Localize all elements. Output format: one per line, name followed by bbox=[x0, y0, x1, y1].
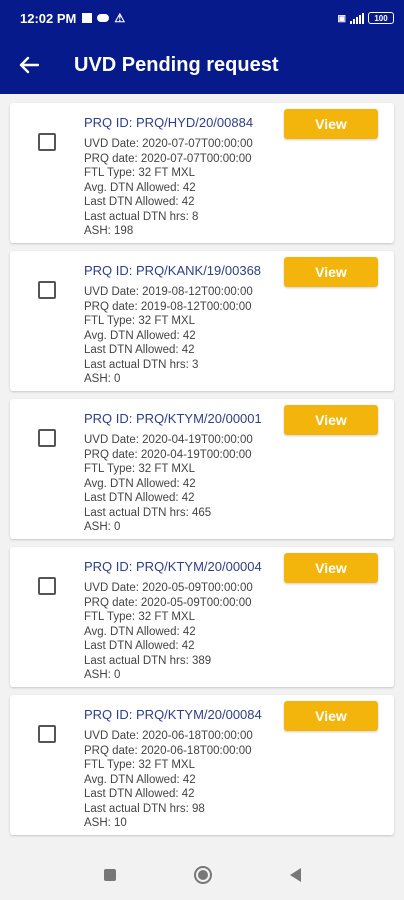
last-dtn-allowed: Last DTN Allowed: 42 bbox=[84, 196, 195, 208]
prq-date: PRQ date: 2020-07-07T00:00:00 bbox=[84, 152, 252, 165]
request-card: PRQ ID: PRQ/KTYM/20/00001 UVD Date: 2020… bbox=[10, 399, 394, 539]
page-title: UVD Pending request bbox=[74, 53, 279, 76]
view-button[interactable]: View bbox=[284, 109, 378, 139]
last-dtn-allowed: Last DTN Allowed: 42 bbox=[84, 492, 195, 504]
ftl-type: FTL Type: 32 FT MXL bbox=[84, 463, 195, 475]
request-card: PRQ ID: PRQ/KTYM/20/00084 UVD Date: 2020… bbox=[10, 695, 394, 835]
ftl-type: FTL Type: 32 FT MXL bbox=[84, 315, 195, 327]
ash: ASH: 198 bbox=[84, 225, 134, 237]
ftl-type: FTL Type: 32 FT MXL bbox=[84, 759, 195, 771]
system-nav-bar bbox=[0, 850, 404, 900]
view-button[interactable]: View bbox=[284, 257, 378, 287]
request-card: PRQ ID: PRQ/HYD/20/00884 UVD Date: 2020-… bbox=[10, 103, 394, 243]
ftl-type: FTL Type: 32 FT MXL bbox=[84, 611, 195, 623]
last-actual-dtn-hrs: Last actual DTN hrs: 3 bbox=[84, 358, 199, 371]
status-time: 12:02 PM bbox=[20, 10, 77, 26]
status-icons: ▣ 100 bbox=[337, 12, 394, 24]
avg-dtn-allowed: Avg. DTN Allowed: 42 bbox=[84, 477, 196, 490]
battery-icon: 100 bbox=[368, 12, 394, 24]
select-checkbox[interactable] bbox=[38, 429, 56, 447]
uvd-date: UVD Date: 2020-04-19T00:00:00 bbox=[84, 434, 253, 446]
uvd-date: UVD Date: 2020-05-09T00:00:00 bbox=[84, 582, 253, 594]
select-checkbox[interactable] bbox=[38, 133, 56, 151]
cloud-icon bbox=[97, 14, 110, 22]
signal-icon bbox=[350, 12, 364, 24]
request-card: PRQ ID: PRQ/KANK/19/00368 UVD Date: 2019… bbox=[10, 251, 394, 391]
prq-id: PRQ ID: PRQ/KTYM/20/00001 bbox=[84, 411, 262, 426]
back-triangle-icon[interactable] bbox=[289, 868, 301, 882]
back-button[interactable] bbox=[0, 36, 58, 94]
last-actual-dtn-hrs: Last actual DTN hrs: 8 bbox=[84, 210, 199, 223]
avg-dtn-allowed: Avg. DTN Allowed: 42 bbox=[84, 181, 196, 194]
last-dtn-allowed: Last DTN Allowed: 42 bbox=[84, 344, 195, 356]
status-bar: 12:02 PM ⚠ ▣ 100 bbox=[0, 0, 404, 36]
warning-icon: ⚠ bbox=[114, 11, 126, 25]
prq-id: PRQ ID: PRQ/KTYM/20/00004 bbox=[84, 559, 262, 574]
avg-dtn-allowed: Avg. DTN Allowed: 42 bbox=[84, 773, 196, 786]
last-dtn-allowed: Last DTN Allowed: 42 bbox=[84, 788, 195, 800]
arrow-left-icon bbox=[19, 56, 39, 74]
view-button[interactable]: View bbox=[284, 405, 378, 435]
avg-dtn-allowed: Avg. DTN Allowed: 42 bbox=[84, 625, 196, 638]
prq-id: PRQ ID: PRQ/KTYM/20/00084 bbox=[84, 707, 262, 722]
prq-id: PRQ ID: PRQ/HYD/20/00884 bbox=[84, 115, 254, 130]
select-checkbox[interactable] bbox=[38, 725, 56, 743]
recents-square-icon[interactable] bbox=[103, 869, 116, 881]
prq-date: PRQ date: 2019-08-12T00:00:00 bbox=[84, 300, 252, 313]
ash: ASH: 0 bbox=[84, 669, 121, 681]
ash: ASH: 0 bbox=[84, 521, 121, 533]
last-actual-dtn-hrs: Last actual DTN hrs: 98 bbox=[84, 802, 205, 815]
view-button[interactable]: View bbox=[284, 701, 378, 731]
battery-level: 100 bbox=[374, 13, 388, 23]
app-bar: UVD Pending request bbox=[0, 36, 404, 94]
home-circle-icon[interactable] bbox=[193, 866, 212, 884]
avg-dtn-allowed: Avg. DTN Allowed: 42 bbox=[84, 329, 196, 342]
ash: ASH: 10 bbox=[84, 817, 127, 829]
last-actual-dtn-hrs: Last actual DTN hrs: 465 bbox=[84, 506, 212, 519]
select-checkbox[interactable] bbox=[38, 577, 56, 595]
uvd-date: UVD Date: 2020-06-18T00:00:00 bbox=[84, 730, 253, 742]
request-list[interactable]: PRQ ID: PRQ/HYD/20/00884 UVD Date: 2020-… bbox=[0, 94, 404, 850]
prq-id: PRQ ID: PRQ/KANK/19/00368 bbox=[84, 263, 262, 278]
prq-date: PRQ date: 2020-04-19T00:00:00 bbox=[84, 448, 252, 461]
uvd-date: UVD Date: 2020-07-07T00:00:00 bbox=[84, 138, 253, 150]
prq-date: PRQ date: 2020-06-18T00:00:00 bbox=[84, 744, 252, 757]
notification-square-icon bbox=[82, 13, 93, 23]
last-actual-dtn-hrs: Last actual DTN hrs: 389 bbox=[84, 654, 212, 667]
ash: ASH: 0 bbox=[84, 373, 121, 385]
ftl-type: FTL Type: 32 FT MXL bbox=[84, 167, 195, 179]
uvd-date: UVD Date: 2019-08-12T00:00:00 bbox=[84, 286, 253, 298]
request-card: PRQ ID: PRQ/KTYM/20/00004 UVD Date: 2020… bbox=[10, 547, 394, 687]
select-checkbox[interactable] bbox=[38, 281, 56, 299]
prq-date: PRQ date: 2020-05-09T00:00:00 bbox=[84, 596, 252, 609]
vibrate-icon: ▣ bbox=[337, 12, 346, 23]
view-button[interactable]: View bbox=[284, 553, 378, 583]
last-dtn-allowed: Last DTN Allowed: 42 bbox=[84, 640, 195, 652]
